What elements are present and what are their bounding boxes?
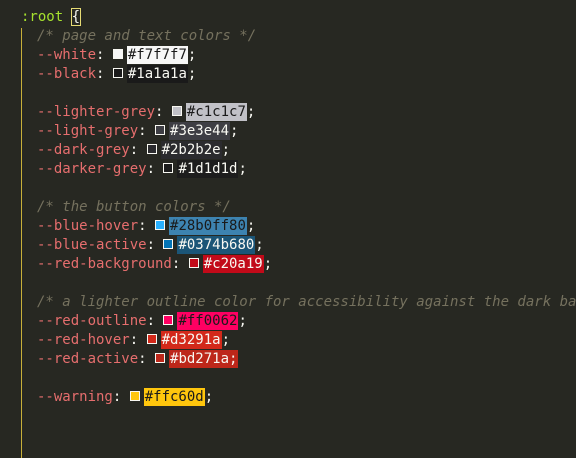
colon: : (138, 123, 156, 139)
css-variable-name: --light-grey (37, 123, 139, 139)
semicolon: ; (230, 123, 239, 139)
color-value: #2b2b2e (160, 141, 222, 159)
semicolon: ; (187, 66, 197, 82)
color-value: #1a1a1a (126, 65, 188, 83)
code-line-comment: /* page and text colors */ (37, 27, 256, 46)
colon: : (146, 313, 164, 329)
colon: : (146, 161, 164, 177)
code-line-selector: :root { (21, 8, 82, 27)
code-line-variable: --black: #1a1a1a; (37, 65, 196, 84)
color-value: #ffc60d (143, 388, 205, 406)
semicolon: ; (204, 389, 214, 405)
semicolon: ; (187, 47, 197, 63)
css-variable-name: --red-active (37, 351, 139, 367)
comment-text: /* a lighter outline color for accessibi… (37, 294, 576, 310)
color-swatch-icon[interactable] (155, 125, 166, 135)
code-line-variable: --red-hover: #d3291a; (37, 331, 230, 350)
semicolon: ; (221, 332, 231, 348)
color-swatch-icon[interactable] (112, 49, 123, 59)
code-line-variable: --light-grey: #3e3e44; (37, 122, 238, 141)
colon: : (112, 389, 130, 405)
css-variable-name: --red-background (37, 256, 172, 272)
color-swatch-icon[interactable] (129, 391, 140, 401)
code-editor[interactable]: :root { /* page and text colors */ --whi… (0, 0, 576, 458)
css-selector: :root (21, 9, 64, 25)
indent-guide (21, 28, 22, 458)
css-variable-name: --warning (37, 389, 113, 405)
colon: : (146, 237, 164, 253)
color-swatch-icon[interactable] (163, 239, 174, 249)
colon: : (96, 66, 113, 82)
code-line-comment: /* a lighter outline color for accessibi… (37, 293, 576, 312)
css-variable-name: --black (37, 66, 97, 82)
semicolon: ; (255, 237, 264, 253)
code-line-variable: --blue-hover: #28b0ff80; (37, 217, 255, 236)
css-variable-name: --dark-grey (37, 142, 130, 158)
semicolon: ; (246, 218, 256, 234)
comment-text: /* page and text colors */ (37, 28, 257, 44)
color-value: #3e3e44 (169, 122, 231, 140)
colon: : (96, 47, 113, 63)
code-line-variable: --white: #f7f7f7; (37, 46, 196, 65)
semicolon: ; (221, 142, 231, 158)
code-line-variable: --darker-grey: #1d1d1d; (37, 160, 247, 179)
colon: : (171, 256, 189, 272)
color-swatch-icon[interactable] (146, 334, 157, 344)
color-swatch-icon[interactable] (171, 106, 182, 116)
semicolon: ; (246, 104, 256, 120)
colon: : (155, 104, 172, 120)
code-line-variable: --red-outline: #ff0062; (37, 312, 247, 331)
comment-text: /* the button colors */ (37, 199, 231, 215)
color-value: #f7f7f7 (126, 46, 188, 64)
css-variable-name: --red-outline (37, 313, 147, 329)
color-swatch-icon[interactable] (163, 315, 174, 325)
semicolon: ; (263, 256, 273, 272)
color-value: #d3291a (160, 331, 222, 349)
colon: : (138, 218, 156, 234)
code-line-variable: --dark-grey: #2b2b2e; (37, 141, 230, 160)
color-value: #bd271a; (169, 350, 239, 368)
code-line-comment: /* the button colors */ (37, 198, 231, 217)
code-line-variable: --red-active: #bd271a; (37, 350, 239, 369)
color-value: #0374b680 (177, 236, 256, 254)
color-swatch-icon[interactable] (155, 353, 166, 363)
colon: : (138, 351, 156, 367)
semicolon: ; (238, 313, 247, 329)
colon: : (129, 142, 147, 158)
color-swatch-icon[interactable] (163, 163, 174, 173)
colon: : (129, 332, 147, 348)
code-line-variable: --red-background: #c20a19; (37, 255, 272, 274)
color-swatch-icon[interactable] (188, 258, 199, 268)
css-variable-name: --blue-hover (37, 218, 139, 234)
color-swatch-icon[interactable] (146, 144, 157, 154)
css-variable-name: --red-hover (37, 332, 130, 348)
color-swatch-icon[interactable] (155, 220, 166, 230)
color-value: #c20a19 (202, 255, 264, 273)
color-value: #28b0ff80 (169, 217, 247, 235)
css-variable-name: --darker-grey (37, 161, 147, 177)
color-value: #ff0062 (177, 312, 239, 330)
code-line-variable: --blue-active: #0374b680; (37, 236, 264, 255)
color-value: #c1c1c7 (185, 103, 247, 121)
code-line-variable: --lighter-grey: #c1c1c7; (37, 103, 255, 122)
color-swatch-icon[interactable] (112, 68, 123, 78)
css-variable-name: --white (37, 47, 97, 63)
css-variable-name: --lighter-grey (37, 104, 156, 120)
css-variable-name: --blue-active (37, 237, 147, 253)
open-brace: { (70, 8, 82, 26)
color-value: #1d1d1d (177, 160, 239, 178)
code-line-variable: --warning: #ffc60d; (37, 388, 213, 407)
semicolon: ; (238, 161, 247, 177)
